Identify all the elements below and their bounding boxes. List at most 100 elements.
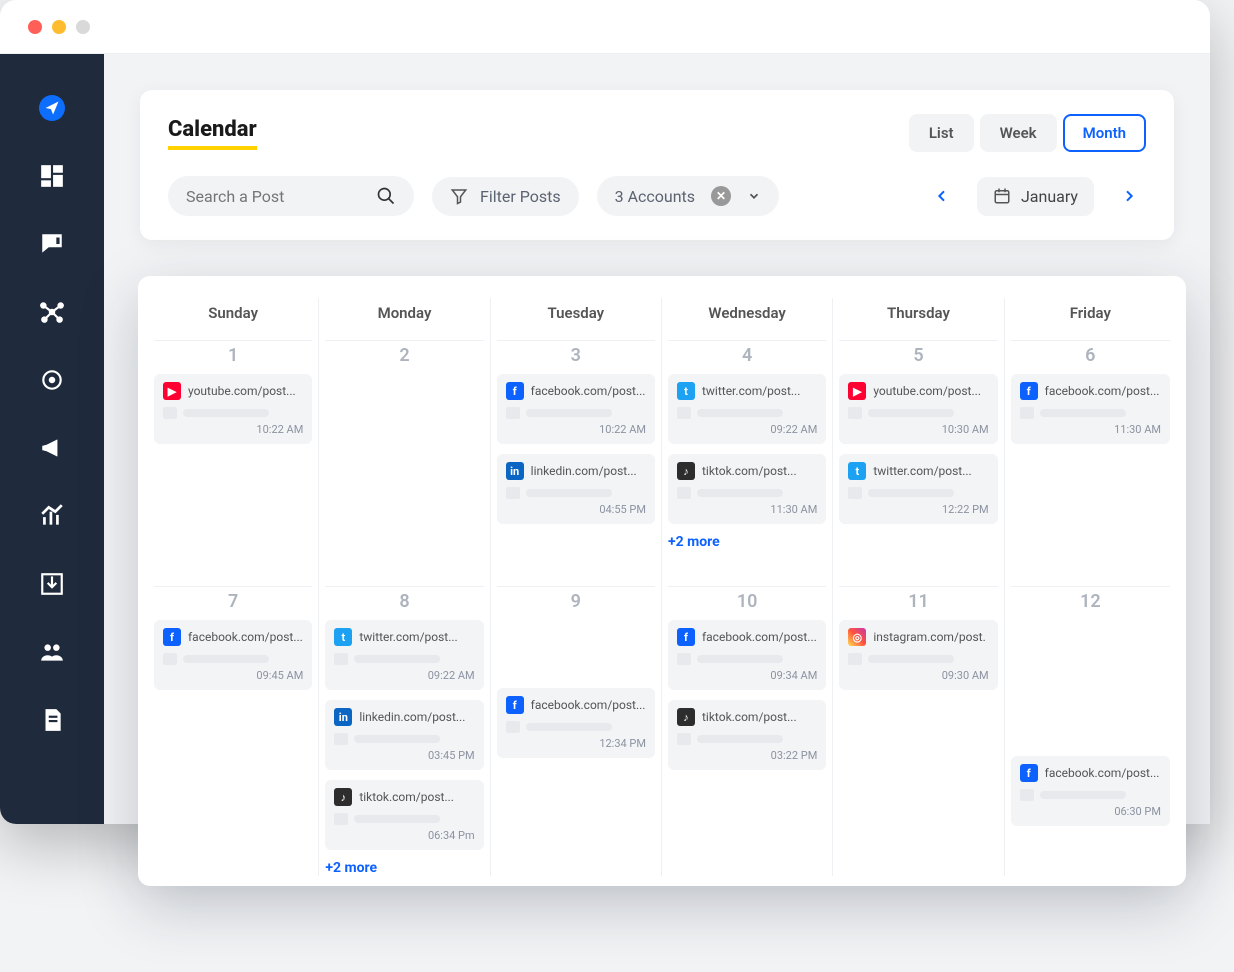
filter-icon: [450, 187, 468, 205]
post-card[interactable]: ▶youtube.com/post...10:30 AM: [839, 374, 997, 444]
window-maximize-dot[interactable]: [76, 20, 90, 34]
post-url: facebook.com/post...: [1045, 384, 1160, 398]
day-header: Friday: [1011, 298, 1170, 340]
calendar-cell[interactable]: 11◎instagram.com/post.09:30 AM: [839, 586, 997, 832]
calendar-cell[interactable]: 9ffacebook.com/post...12:34 PM: [497, 586, 655, 832]
post-card[interactable]: ♪tiktok.com/post...11:30 AM: [668, 454, 826, 524]
post-time: 04:55 PM: [506, 503, 646, 516]
day-header: Monday: [325, 298, 483, 340]
search-icon: [376, 186, 396, 206]
calendar-cell[interactable]: 7 ffacebook.com/post...09:45 AM: [154, 586, 312, 832]
post-card[interactable]: ♪tiktok.com/post...03:22 PM: [668, 700, 826, 770]
post-time: 06:30 PM: [1020, 805, 1161, 818]
month-selector[interactable]: January: [977, 177, 1094, 216]
nav-team[interactable]: [38, 638, 66, 666]
post-url: youtube.com/post...: [873, 384, 981, 398]
chevron-left-icon: [934, 188, 950, 204]
calendar-cell[interactable]: 2: [325, 340, 483, 586]
post-card[interactable]: inlinkedin.com/post...04:55 PM: [497, 454, 655, 524]
calendar-cell[interactable]: 8 ttwitter.com/post...09:22 AM in linkedin.…: [325, 586, 483, 876]
network-icon: [39, 299, 65, 325]
nav-dashboard[interactable]: [38, 162, 66, 190]
fb-icon: f: [1020, 764, 1038, 782]
post-url: facebook.com/post...: [531, 698, 646, 712]
post-card[interactable]: inlinkedin.com/post...03:45 PM: [325, 700, 483, 770]
search-pill[interactable]: [168, 176, 414, 216]
post-card[interactable]: ♪tiktok.com/post...06:34 Pm: [325, 780, 483, 850]
document-icon: [39, 707, 65, 733]
post-url: tiktok.com/post...: [359, 790, 454, 804]
post-card[interactable]: ffacebook.com/post...10:22 AM: [497, 374, 655, 444]
nav-reports[interactable]: [38, 706, 66, 734]
post-url: facebook.com/post...: [531, 384, 646, 398]
post-card[interactable]: ttwitter.com/post...09:22 AM: [325, 620, 483, 690]
target-icon: [39, 367, 65, 393]
tk-icon: ♪: [677, 708, 695, 726]
post-time: 09:22 AM: [677, 423, 817, 436]
more-posts-link[interactable]: +2 more: [668, 534, 826, 550]
post-card[interactable]: ffacebook.com/post...09:45 AM: [154, 620, 312, 690]
day-number: 6: [1011, 345, 1170, 366]
day-header: Tuesday: [497, 298, 655, 340]
calendar-cell[interactable]: 12 ffacebook.com/post...06:30 PM: [1011, 586, 1170, 832]
chevron-right-icon: [1121, 188, 1137, 204]
search-input[interactable]: [186, 187, 356, 206]
post-card[interactable]: ttwitter.com/post...09:22 AM: [668, 374, 826, 444]
side-nav: [0, 54, 104, 824]
day-number: 8: [325, 591, 483, 612]
day-column: Wednesday4ttwitter.com/post...09:22 AM♪t…: [662, 298, 833, 876]
calendar-cell[interactable]: 3ffacebook.com/post...10:22 AMinlinkedin…: [497, 340, 655, 586]
post-card[interactable]: ttwitter.com/post...12:22 PM: [839, 454, 997, 524]
team-icon: [39, 639, 65, 665]
analytics-icon: [39, 503, 65, 529]
day-number: 2: [325, 345, 483, 366]
nav-download[interactable]: [38, 570, 66, 598]
post-card[interactable]: ffacebook.com/post...06:30 PM: [1011, 756, 1170, 826]
tw-icon: t: [677, 382, 695, 400]
filter-pill[interactable]: Filter Posts: [432, 177, 579, 216]
calendar-cell[interactable]: 10ffacebook.com/post...09:34 AM♪tiktok.c…: [668, 586, 826, 832]
calendar-cell[interactable]: 5▶youtube.com/post...10:30 AMttwitter.co…: [839, 340, 997, 586]
window-close-dot[interactable]: [28, 20, 42, 34]
nav-analytics[interactable]: [38, 502, 66, 530]
day-number: 12: [1011, 591, 1170, 612]
chevron-down-icon: [747, 189, 761, 203]
post-card[interactable]: ◎instagram.com/post.09:30 AM: [839, 620, 997, 690]
calendar-cell[interactable]: 6ffacebook.com/post...11:30 AM: [1011, 340, 1170, 586]
more-posts-link[interactable]: +2 more: [325, 860, 483, 876]
nav-posts[interactable]: [38, 230, 66, 258]
view-week-button[interactable]: Week: [980, 114, 1057, 152]
nav-campaign[interactable]: [38, 434, 66, 462]
post-url: linkedin.com/post...: [531, 464, 637, 478]
next-month-button[interactable]: [1112, 179, 1146, 213]
post-time: 03:22 PM: [677, 749, 817, 762]
day-number: 7: [154, 591, 312, 612]
post-card[interactable]: ffacebook.com/post...09:34 AM: [668, 620, 826, 690]
window-minimize-dot[interactable]: [52, 20, 66, 34]
post-time: 10:22 AM: [163, 423, 303, 436]
post-url: linkedin.com/post...: [359, 710, 465, 724]
view-list-button[interactable]: List: [909, 114, 974, 152]
post-time: 11:30 AM: [1020, 423, 1161, 436]
tw-icon: t: [848, 462, 866, 480]
month-label: January: [1021, 187, 1078, 206]
accounts-pill[interactable]: 3 Accounts ✕: [597, 176, 779, 216]
clear-accounts-icon[interactable]: ✕: [711, 186, 731, 206]
post-time: 09:34 AM: [677, 669, 817, 682]
post-url: instagram.com/post.: [873, 630, 985, 644]
prev-month-button[interactable]: [925, 179, 959, 213]
post-card[interactable]: ▶youtube.com/post...10:22 AM: [154, 374, 312, 444]
nav-compose[interactable]: [38, 94, 66, 122]
li-icon: in: [334, 708, 352, 726]
calendar-cell[interactable]: 4 ttwitter.com/post...09:22 AM ♪tiktok.com…: [668, 340, 826, 586]
view-month-button[interactable]: Month: [1063, 114, 1146, 152]
day-header: Wednesday: [668, 298, 826, 340]
nav-target[interactable]: [38, 366, 66, 394]
post-card[interactable]: ffacebook.com/post...12:34 PM: [497, 688, 655, 758]
calendar-icon: [993, 187, 1011, 205]
tw-icon: t: [334, 628, 352, 646]
nav-network[interactable]: [38, 298, 66, 326]
post-card[interactable]: ffacebook.com/post...11:30 AM: [1011, 374, 1170, 444]
day-number: 4: [668, 345, 826, 366]
calendar-cell[interactable]: 1▶youtube.com/post...10:22 AM: [154, 340, 312, 586]
